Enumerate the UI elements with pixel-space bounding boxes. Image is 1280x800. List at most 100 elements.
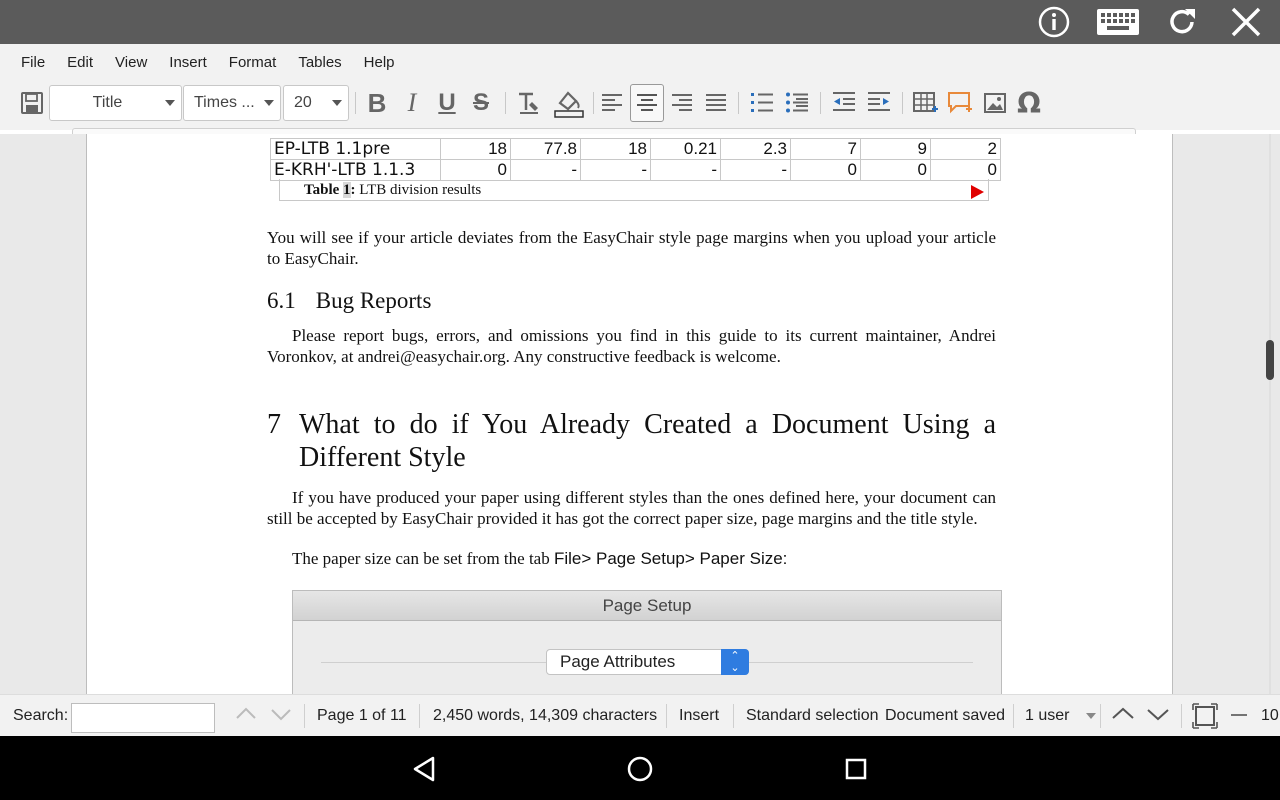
zoom-level[interactable]: 10 [1261,707,1279,725]
paragraph[interactable]: If you have produced your paper using di… [267,488,996,529]
table-cell[interactable]: E-KRH'-LTB 1.1.3 [270,159,441,181]
paragraph[interactable]: The paper size can be set from the tab F… [267,549,996,570]
justify-button[interactable] [702,86,730,120]
fit-page-button[interactable] [1192,703,1218,734]
bulleted-list-button[interactable] [783,86,811,120]
hidden-text-marker-icon[interactable] [971,185,984,199]
paragraph[interactable]: Please report bugs, errors, and omission… [267,326,996,367]
menu-bar: File Edit View Insert Format Tables Help [0,44,1280,80]
save-button[interactable] [16,86,48,120]
scrollbar-thumb[interactable] [1266,340,1274,380]
section-heading-7[interactable]: 7 What to do if You Already Created a Do… [267,408,996,474]
keyboard-icon[interactable] [1095,4,1141,40]
page-attributes-select: Page Attributes ⌃ ⌄ [546,649,749,675]
align-right-button[interactable] [668,86,696,120]
align-left-icon [602,94,622,111]
search-input[interactable] [71,703,215,733]
search-up-button[interactable] [233,701,259,732]
paragraph-style-select[interactable]: Title [49,85,182,121]
decrease-indent-button[interactable] [829,86,859,120]
special-character-button[interactable]: Ω [1013,86,1045,120]
table-cell[interactable]: 0 [930,159,1001,181]
table-cell[interactable]: 18 [580,138,651,160]
menu-path-text: File> Page Setup> Paper Size: [553,549,788,568]
table-cell[interactable]: - [650,159,721,181]
strikethrough-button[interactable]: S [466,86,496,120]
page-indicator: Page 1 of 11 [317,707,407,724]
users-dropdown[interactable]: 1 user [1025,707,1096,725]
menu-insert[interactable]: Insert [158,54,218,71]
next-page-button[interactable] [1145,701,1171,732]
toolbar-divider [820,92,821,114]
toolbar-divider [355,92,356,114]
recents-icon [845,758,867,780]
table-cell[interactable]: 7 [790,138,861,160]
toolbar-divider [505,92,506,114]
underline-button[interactable]: U [432,86,462,120]
insert-comment-button[interactable] [945,86,975,120]
table-cell[interactable]: - [720,159,791,181]
menu-help[interactable]: Help [353,54,406,71]
chevron-up-icon [1112,707,1134,719]
table-cell[interactable]: 2.3 [720,138,791,160]
info-icon[interactable] [1036,4,1072,40]
word-count: 2,450 words, 14,309 characters [433,707,658,724]
selection-mode[interactable]: Standard selection [746,707,879,725]
insert-mode[interactable]: Insert [679,707,719,725]
section-heading-6-1[interactable]: 6.1 Bug Reports [267,288,431,314]
system-navigation-bar [0,736,1280,800]
table-caption[interactable]: Table 1: LTB division results [304,182,481,199]
table-cell[interactable]: 2 [930,138,1001,160]
caption-number-field[interactable]: 1 [343,182,351,198]
close-icon[interactable] [1228,4,1264,40]
insert-table-button[interactable] [910,86,940,120]
table-cell[interactable]: 9 [860,138,931,160]
document-area[interactable]: EP-LTB 1.1pre 18 77.8 18 0.21 2.3 7 9 2 … [0,134,1280,694]
recents-button[interactable] [839,752,873,786]
clear-formatting-button[interactable] [514,86,544,120]
table-cell[interactable]: - [510,159,581,181]
zoom-out-button[interactable] [1230,703,1248,732]
toolbar-divider [738,92,739,114]
menu-format[interactable]: Format [218,54,288,71]
back-button[interactable] [407,752,441,786]
chevron-down-icon [1085,712,1096,719]
insert-image-button[interactable] [980,86,1010,120]
table-cell[interactable]: EP-LTB 1.1pre [270,138,441,160]
refresh-icon[interactable] [1164,4,1200,40]
highlight-button[interactable] [551,86,587,120]
table-cell[interactable]: 0 [440,159,511,181]
home-button[interactable] [623,752,657,786]
status-divider [1013,704,1014,728]
menu-file[interactable]: File [10,54,56,71]
paragraph[interactable]: You will see if your article deviates fr… [267,228,996,269]
save-state: Document saved [885,707,1006,724]
align-center-button[interactable] [630,84,664,122]
table-cell[interactable]: 0 [860,159,931,181]
numbered-list-icon [751,93,773,112]
previous-page-button[interactable] [1110,701,1136,732]
table-cell[interactable]: 77.8 [510,138,581,160]
italic-button[interactable]: I [397,86,427,120]
menu-tables[interactable]: Tables [287,54,352,71]
scrollbar-track[interactable] [1269,134,1271,694]
bold-button[interactable]: B [362,86,392,120]
menu-view[interactable]: View [104,54,158,71]
status-bar: Search: Page 1 of 11 2,450 words, 14,309… [0,694,1280,736]
page-setup-image[interactable]: Page Setup Page Attributes ⌃ ⌄ [292,590,1002,694]
document-page[interactable]: EP-LTB 1.1pre 18 77.8 18 0.21 2.3 7 9 2 … [86,134,1173,694]
justify-icon [706,94,726,111]
table-cell[interactable]: 0 [790,159,861,181]
table-cell[interactable]: - [580,159,651,181]
table-cell[interactable]: 18 [440,138,511,160]
font-size-select[interactable]: 20 [283,85,349,121]
increase-indent-button[interactable] [864,86,894,120]
table-cell[interactable]: 0.21 [650,138,721,160]
search-down-button[interactable] [268,701,294,732]
font-name-select[interactable]: Times ... [183,85,281,121]
results-table: EP-LTB 1.1pre 18 77.8 18 0.21 2.3 7 9 2 … [270,138,1001,181]
align-left-button[interactable] [598,86,626,120]
table-row: E-KRH'-LTB 1.1.3 0 - - - - 0 0 0 [270,159,1001,181]
menu-edit[interactable]: Edit [56,54,104,71]
numbered-list-button[interactable] [748,86,776,120]
